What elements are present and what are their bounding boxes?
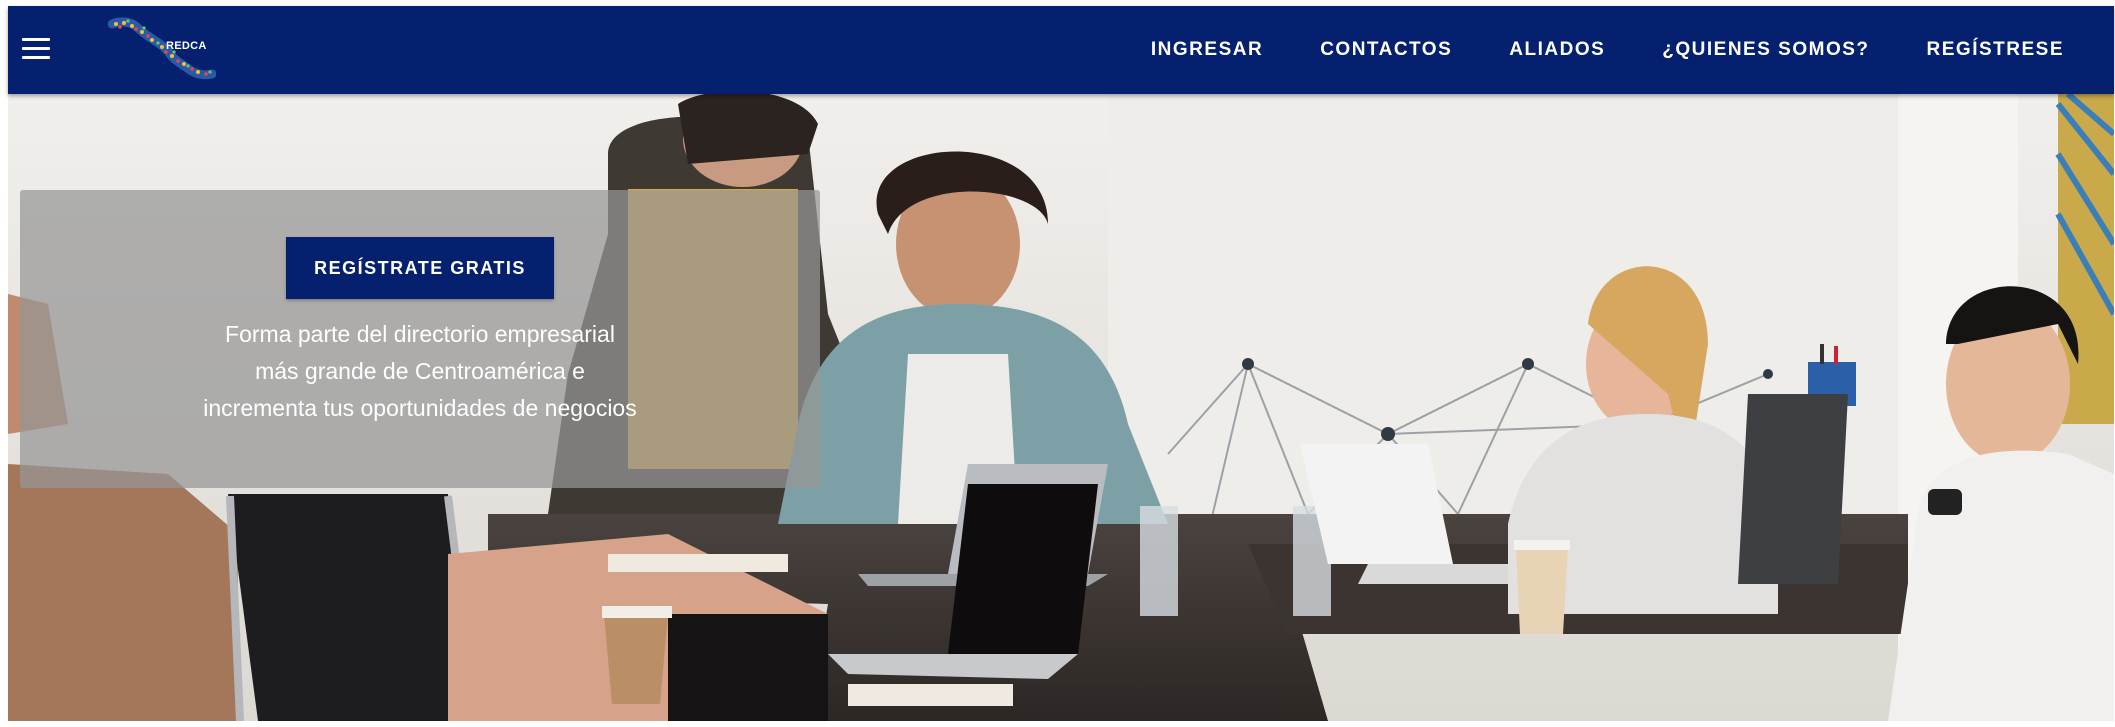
nav-link-aliados[interactable]: ALIADOS (1509, 39, 1605, 61)
nav-link-quienes-somos[interactable]: ¿QUIENES SOMOS? (1662, 39, 1869, 61)
nav-link-contactos[interactable]: CONTACTOS (1320, 39, 1452, 61)
cta-panel: REGÍSTRATE GRATIS Forma parte del direct… (20, 190, 820, 488)
nav-link-registrese[interactable]: REGÍSTRESE (1927, 39, 2064, 61)
page-frame: REDCA INGRESAR CONTACTOS ALIADOS ¿QUIENE… (8, 6, 2114, 721)
top-navbar: REDCA INGRESAR CONTACTOS ALIADOS ¿QUIENE… (8, 6, 2114, 94)
hero-banner: REGÍSTRATE GRATIS Forma parte del direct… (8, 94, 2114, 721)
cta-tagline-line: más grande de Centroamérica e (255, 358, 585, 384)
redca-logo[interactable]: REDCA (107, 14, 217, 80)
nav-link-ingresar[interactable]: INGRESAR (1151, 39, 1263, 61)
hamburger-menu-icon[interactable] (22, 38, 50, 60)
logo-text: REDCA (166, 40, 207, 52)
cta-tagline: Forma parte del directorio empresarial m… (20, 316, 820, 427)
nav-links: INGRESAR CONTACTOS ALIADOS ¿QUIENES SOMO… (1094, 6, 2064, 94)
register-free-button[interactable]: REGÍSTRATE GRATIS (286, 237, 554, 299)
cta-tagline-line: incrementa tus oportunidades de negocios (203, 395, 637, 421)
cta-tagline-line: Forma parte del directorio empresarial (225, 321, 615, 347)
